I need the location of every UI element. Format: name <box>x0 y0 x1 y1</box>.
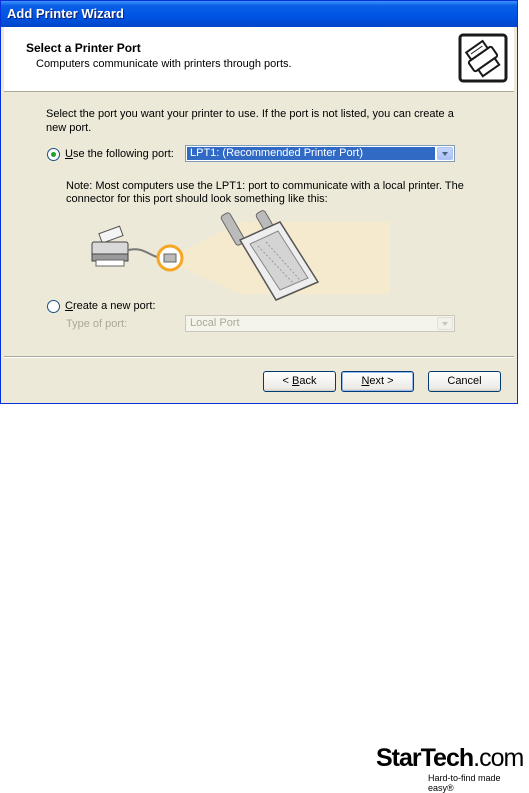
window-title: Add Printer Wizard <box>7 6 124 21</box>
wizard-header: Select a Printer Port Computers communic… <box>4 27 514 92</box>
printer-icon <box>91 225 129 267</box>
port-type-label: Type of port: <box>66 318 128 330</box>
port-type-select: Local Port <box>185 315 455 332</box>
wizard-body: Select the port you want your printer to… <box>4 92 514 354</box>
port-select[interactable]: LPT1: (Recommended Printer Port) <box>185 145 455 162</box>
printer-port-icon <box>458 33 508 83</box>
radio-selected-dot <box>51 152 56 157</box>
footer-divider <box>4 356 514 358</box>
intro-text: Select the port you want your printer to… <box>46 108 454 134</box>
brand-tagline: Hard-to-find made easy® <box>428 773 501 793</box>
cancel-button[interactable]: Cancel <box>428 371 501 392</box>
title-bar[interactable]: Add Printer Wizard <box>1 1 517 27</box>
lpt-port-icon <box>163 253 177 263</box>
lpt-connector-illustration <box>91 210 390 301</box>
chevron-down-icon <box>437 317 453 330</box>
use-port-label[interactable]: Use the following port: <box>65 148 174 160</box>
new-port-label[interactable]: Create a new port: <box>65 300 156 312</box>
chevron-down-icon[interactable] <box>437 147 453 160</box>
page-subtitle: Computers communicate with printers thro… <box>36 58 292 70</box>
page-title: Select a Printer Port <box>26 41 141 55</box>
back-button[interactable]: < Back <box>263 371 336 392</box>
next-button[interactable]: Next > <box>341 371 414 392</box>
add-printer-wizard-window: Add Printer Wizard Select a Printer Port… <box>0 0 518 404</box>
brand-domain: .com <box>473 744 524 772</box>
port-select-value: LPT1: (Recommended Printer Port) <box>187 147 435 160</box>
use-port-radio[interactable] <box>47 148 60 161</box>
port-type-select-value: Local Port <box>190 317 240 329</box>
new-port-radio[interactable] <box>47 300 60 313</box>
note-text: Note: Most computers use the LPT1: port … <box>66 180 464 205</box>
startech-logo: StarTech.com Hard-to-find made easy® <box>376 744 526 793</box>
brand-name: StarTech <box>376 744 474 772</box>
